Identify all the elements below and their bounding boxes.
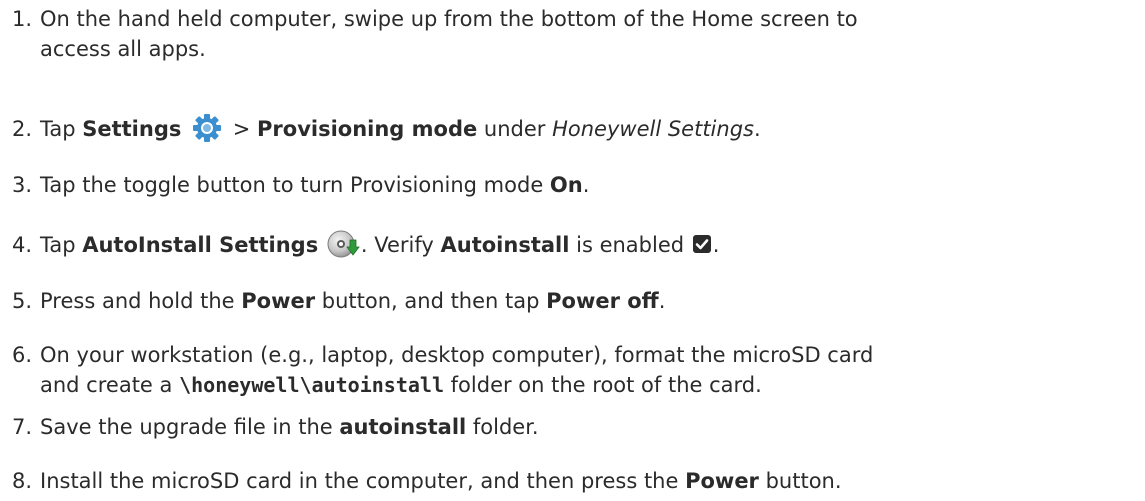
power-off-label: Power off: [546, 289, 659, 313]
step-text: folder.: [466, 415, 539, 439]
separator-text: >: [232, 117, 258, 141]
on-label: On: [549, 173, 583, 197]
step-text: On your workstation (e.g., laptop, deskt…: [40, 343, 874, 367]
autoinstall-disc-icon: [325, 229, 361, 259]
autoinstall-settings-label: AutoInstall Settings: [82, 233, 319, 257]
period: .: [753, 117, 761, 141]
step-text: Install the microSD card in the computer…: [40, 469, 686, 493]
step-number: 7.: [12, 415, 33, 439]
step-text: Tap: [40, 233, 83, 257]
period: .: [712, 233, 720, 257]
step-3: 3. Tap the toggle button to turn Provisi…: [0, 170, 1145, 200]
gear-icon: [188, 113, 226, 143]
step-number: 1.: [12, 7, 33, 31]
folder-path-code: \honeywell\autoinstall: [179, 373, 444, 397]
step-5: 5. Press and hold the Power button, and …: [0, 286, 1145, 316]
step-number: 8.: [12, 469, 33, 493]
step-6: 6. On your workstation (e.g., laptop, de…: [0, 340, 1145, 400]
step-number: 4.: [12, 233, 33, 257]
power-label: Power: [685, 469, 759, 493]
step-text-continued: access all apps.: [40, 37, 206, 61]
step-text: On the hand held computer, swipe up from…: [40, 7, 858, 31]
step-text: is enabled: [569, 233, 691, 257]
step-text: and create a: [40, 373, 180, 397]
autoinstall-folder-label: autoinstall: [339, 415, 467, 439]
autoinstall-label: Autoinstall: [440, 233, 570, 257]
step-text: button, and then tap: [315, 289, 547, 313]
checked-checkbox-icon: [691, 233, 713, 255]
step-4: 4. Tap AutoInstall Settings . Verify Aut…: [0, 230, 1145, 261]
step-text: under: [477, 117, 553, 141]
step-text: Tap: [40, 117, 83, 141]
period: .: [582, 173, 590, 197]
step-number: 6.: [12, 343, 33, 367]
step-8: 8. Install the microSD card in the compu…: [0, 466, 1145, 496]
honeywell-settings-label: Honeywell Settings: [552, 117, 754, 141]
step-text: Tap the toggle button to turn Provisioni…: [40, 173, 550, 197]
step-text: button.: [758, 469, 842, 493]
step-number: 5.: [12, 289, 33, 313]
power-label: Power: [241, 289, 316, 313]
step-text: Press and hold the: [40, 289, 242, 313]
step-7: 7. Save the upgrade file in the autoinst…: [0, 412, 1145, 442]
step-number: 3.: [12, 173, 33, 197]
step-text: . Verify: [360, 233, 441, 257]
step-number: 2.: [12, 117, 33, 141]
step-text: folder on the root of the card.: [443, 373, 762, 397]
step-2: 2. Tap Settings > Provisioning mode unde…: [0, 114, 1145, 145]
step-1: 1. On the hand held computer, swipe up f…: [0, 4, 1145, 64]
provisioning-mode-label: Provisioning mode: [257, 117, 478, 141]
step-text: Save the upgrade file in the: [40, 415, 340, 439]
settings-label: Settings: [82, 117, 182, 141]
step-text-continued: and create a \honeywell\autoinstall fold…: [40, 370, 1145, 400]
period: .: [658, 289, 666, 313]
